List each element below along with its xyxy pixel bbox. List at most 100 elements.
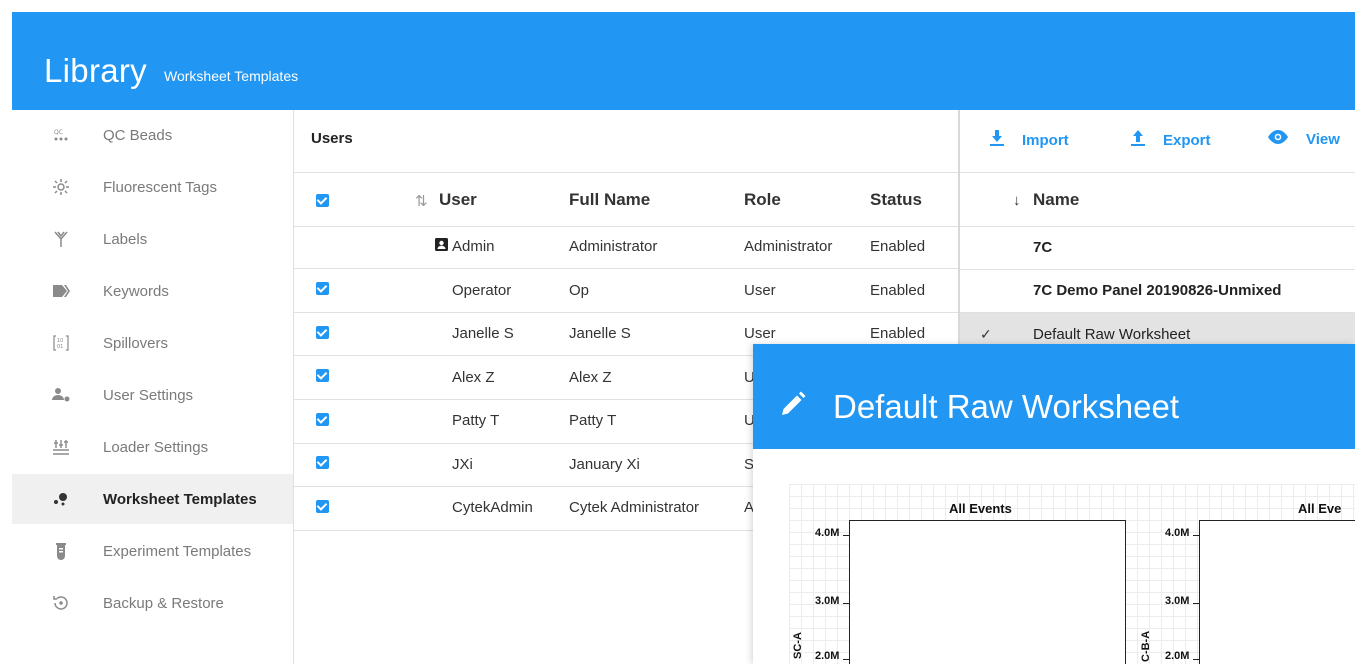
tick-label: 2.0M [815,650,840,662]
row-checkbox[interactable] [316,369,329,382]
sort-icon[interactable]: ⇅ [415,192,428,210]
download-icon [990,130,1004,151]
users-panel-title: Users [311,130,353,147]
import-label: Import [1022,132,1069,149]
sidebar-item-label: Labels [103,230,148,248]
worksheet-preview: Default Raw Worksheet All Events 4.0M 3.… [753,344,1355,664]
list-item[interactable]: 7C [960,227,1355,270]
view-button[interactable]: View [1268,130,1340,149]
template-name: 7C [1033,239,1053,256]
page-title: Library [44,52,147,89]
sidebar-item-label: Fluorescent Tags [103,178,217,196]
user-full-name: January Xi [569,456,640,473]
sort-arrow-icon[interactable]: ↓ [1013,192,1021,209]
view-label: View [1306,131,1340,148]
sidebar-item-backup-restore[interactable]: Backup & Restore [12,578,293,628]
column-header-role[interactable]: Role [744,190,781,210]
tick-label: 4.0M [815,527,840,539]
column-header-status[interactable]: Status [870,190,922,210]
user-full-name: Patty T [569,412,617,429]
plot-frame [849,520,1126,664]
table-header-divider [294,226,958,227]
users-header-divider [294,172,958,173]
user-full-name: Administrator [569,238,658,255]
sidebar-item-spillovers[interactable]: 10 01 Spillovers [12,318,293,368]
tick-mark [843,535,849,536]
eye-icon [1268,130,1288,149]
svg-text:QC: QC [54,129,63,136]
sidebar-item-keywords[interactable]: Keywords [12,266,293,316]
row-divider [294,312,958,313]
row-checkbox[interactable] [316,456,329,469]
spillovers-icon: 10 01 [50,332,72,354]
tick-mark [1193,659,1199,660]
column-header-name[interactable]: Name [1033,190,1079,210]
tick-label: 3.0M [1165,595,1190,607]
tick-mark [843,603,849,604]
export-button[interactable]: Export [1131,130,1211,151]
column-header-user[interactable]: User [439,190,477,210]
fluorescent-icon [50,176,72,198]
sidebar: QC QC Beads Fluorescent Tags Labels Keyw… [12,110,293,664]
user-name: CytekAdmin [452,499,533,516]
user-full-name: Alex Z [569,369,612,386]
row-checkbox[interactable] [316,413,329,426]
user-name: Alex Z [452,369,495,386]
toolbar-divider [960,172,1355,173]
pencil-icon[interactable] [779,390,809,420]
user-full-name: Janelle S [569,325,631,342]
sidebar-item-loader-settings[interactable]: Loader Settings [12,422,293,472]
loader-settings-icon [50,436,72,458]
sidebar-item-label: Loader Settings [103,438,209,456]
tick-mark [1193,603,1199,604]
worksheet-title: Default Raw Worksheet [833,388,1180,425]
select-all-checkbox[interactable] [316,194,329,207]
sidebar-item-label: QC Beads [103,126,173,144]
user-role: Administrator [744,238,833,255]
experiment-templates-icon [50,540,72,562]
plot-title: All Events [949,501,1012,516]
y-axis-label: SC-A [792,632,804,659]
y-axis-label: C-B-A [1140,630,1152,662]
user-role: User [744,325,776,342]
sidebar-item-label: User Settings [103,386,194,404]
tick-mark [843,659,849,660]
admin-badge-icon [435,238,448,255]
list-item[interactable]: 7C Demo Panel 20190826-Unmixed [960,270,1355,313]
sidebar-item-labels[interactable]: Labels [12,214,293,264]
row-checkbox[interactable] [316,326,329,339]
keywords-icon [50,280,72,302]
svg-text:01: 01 [57,344,63,350]
template-name: Default Raw Worksheet [1033,326,1191,343]
row-checkbox[interactable] [316,500,329,513]
row-divider [294,268,958,269]
user-status: Enabled [870,325,926,342]
user-full-name: Cytek Administrator [569,499,700,516]
sidebar-item-experiment-templates[interactable]: Experiment Templates [12,526,293,576]
sidebar-item-label: Worksheet Templates [103,490,257,508]
sidebar-item-fluorescent-tags[interactable]: Fluorescent Tags [12,162,293,212]
worksheet-preview-header: Default Raw Worksheet [753,344,1355,449]
labels-icon [50,228,72,250]
upload-icon [1131,130,1145,151]
qc-beads-icon: QC [50,124,72,146]
user-name: Janelle S [452,325,514,342]
worksheet-canvas: All Events 4.0M 3.0M 2.0M SC-A All Eve 4… [789,484,1355,664]
backup-restore-icon [50,592,72,614]
user-name: Patty T [452,412,500,429]
user-status: Enabled [870,282,926,299]
sidebar-item-label: Keywords [103,282,169,300]
tick-label: 3.0M [815,595,840,607]
user-name: JXi [452,456,473,473]
sidebar-item-user-settings[interactable]: User Settings [12,370,293,420]
user-settings-icon [50,384,72,406]
column-header-full-name[interactable]: Full Name [569,190,650,210]
worksheet-templates-icon [50,488,72,510]
user-status: Enabled [870,238,926,255]
row-checkbox[interactable] [316,282,329,295]
import-button[interactable]: Import [990,130,1069,151]
sidebar-item-qc-beads[interactable]: QC QC Beads [12,110,293,160]
sidebar-item-worksheet-templates[interactable]: Worksheet Templates [12,474,293,524]
tick-mark [1193,535,1199,536]
user-name: Admin [452,238,495,255]
